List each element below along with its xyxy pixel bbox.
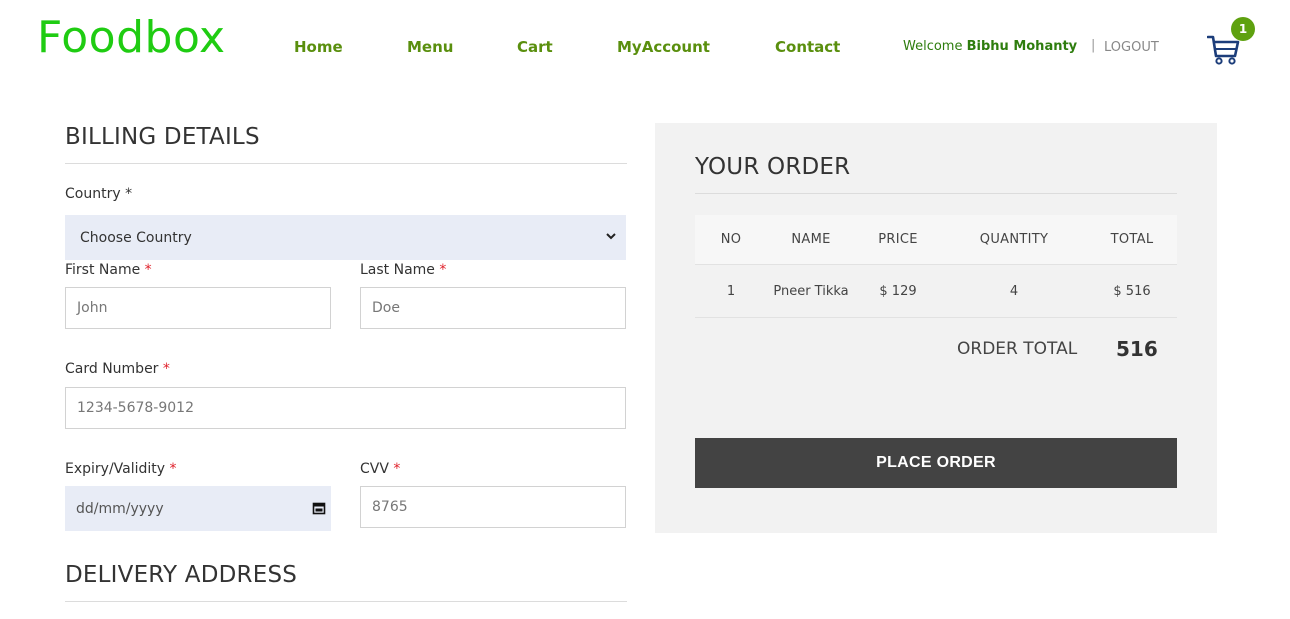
billing-title: BILLING DETAILS [65, 124, 260, 150]
nav-contact[interactable]: Contact [775, 38, 840, 56]
order-divider [695, 193, 1177, 194]
country-select-value: Choose Country [80, 229, 192, 246]
column-header-price: PRICE [878, 232, 918, 247]
nav-myaccount[interactable]: MyAccount [617, 38, 710, 56]
delivery-divider [65, 601, 627, 602]
order-title: YOUR ORDER [695, 154, 851, 180]
order-total-label: ORDER TOTAL [957, 339, 1078, 359]
column-header-name: NAME [791, 232, 831, 247]
nav-cart[interactable]: Cart [517, 38, 553, 56]
first-name-field[interactable]: John [65, 287, 331, 329]
expiry-label-text: Expiry/Validity [65, 461, 166, 477]
column-header-quantity: QUANTITY [979, 232, 1049, 247]
card-number-label-text: Card Number [65, 361, 159, 377]
card-number-label: Card Number * [65, 361, 170, 377]
expiry-label: Expiry/Validity * [65, 461, 177, 477]
order-total-value: 516 [1116, 337, 1158, 361]
cvv-label: CVV * [360, 461, 400, 477]
calendar-icon[interactable] [312, 501, 326, 515]
row-price: $ 129 [879, 283, 917, 299]
row-no: 1 [726, 283, 736, 299]
row-total: $ 516 [1113, 283, 1151, 299]
delivery-title: DELIVERY ADDRESS [65, 562, 298, 588]
user-name: Bibhu Mohanty [966, 39, 1078, 54]
country-label-text: Country [65, 186, 121, 202]
last-name-field[interactable]: Doe [360, 287, 626, 329]
country-required-mark: * [125, 186, 133, 202]
card-number-required-mark: * [162, 361, 170, 377]
table-row: 1 Pneer Tikka $ 129 4 $ 516 [695, 265, 1177, 318]
order-table: NO NAME PRICE QUANTITY TOTAL 1 Pneer Tik… [695, 215, 1177, 318]
logout-link[interactable]: LOGOUT [1104, 40, 1159, 55]
expiry-date-placeholder: dd/mm/yyyy [76, 500, 164, 517]
cvv-label-text: CVV [360, 461, 389, 477]
place-order-button[interactable]: PLACE ORDER [695, 438, 1177, 488]
last-name-label-text: Last Name [360, 262, 435, 278]
last-name-label: Last Name * [360, 262, 446, 278]
first-name-required-mark: * [144, 262, 152, 278]
country-label: Country * [65, 186, 132, 202]
row-name: Pneer Tikka [773, 283, 849, 299]
first-name-label-text: First Name [65, 262, 141, 278]
first-name-label: First Name * [65, 262, 152, 278]
card-number-field[interactable]: 1234-5678-9012 [65, 387, 626, 429]
last-name-required-mark: * [439, 262, 447, 278]
nav-home[interactable]: Home [294, 38, 343, 56]
welcome-prefix: Welcome [903, 39, 963, 54]
column-header-no: NO [720, 232, 742, 247]
expiry-date-field[interactable]: dd/mm/yyyy [65, 486, 331, 531]
billing-divider [65, 163, 627, 164]
chevron-down-icon [606, 233, 616, 240]
welcome-text: Welcome Bibhu Mohanty [903, 39, 1077, 54]
cvv-field[interactable]: 8765 [360, 486, 626, 528]
cvv-required-mark: * [393, 461, 401, 477]
expiry-required-mark: * [169, 461, 177, 477]
row-quantity: 4 [1009, 283, 1019, 299]
country-select[interactable]: Choose Country [65, 215, 626, 260]
logo[interactable]: Foodbox [37, 12, 226, 63]
nav-menu[interactable]: Menu [407, 38, 453, 56]
cart-count-badge: 1 [1231, 17, 1255, 41]
order-table-header: NO NAME PRICE QUANTITY TOTAL [695, 215, 1177, 265]
column-header-total: TOTAL [1110, 232, 1154, 247]
header-separator: | [1091, 38, 1096, 53]
